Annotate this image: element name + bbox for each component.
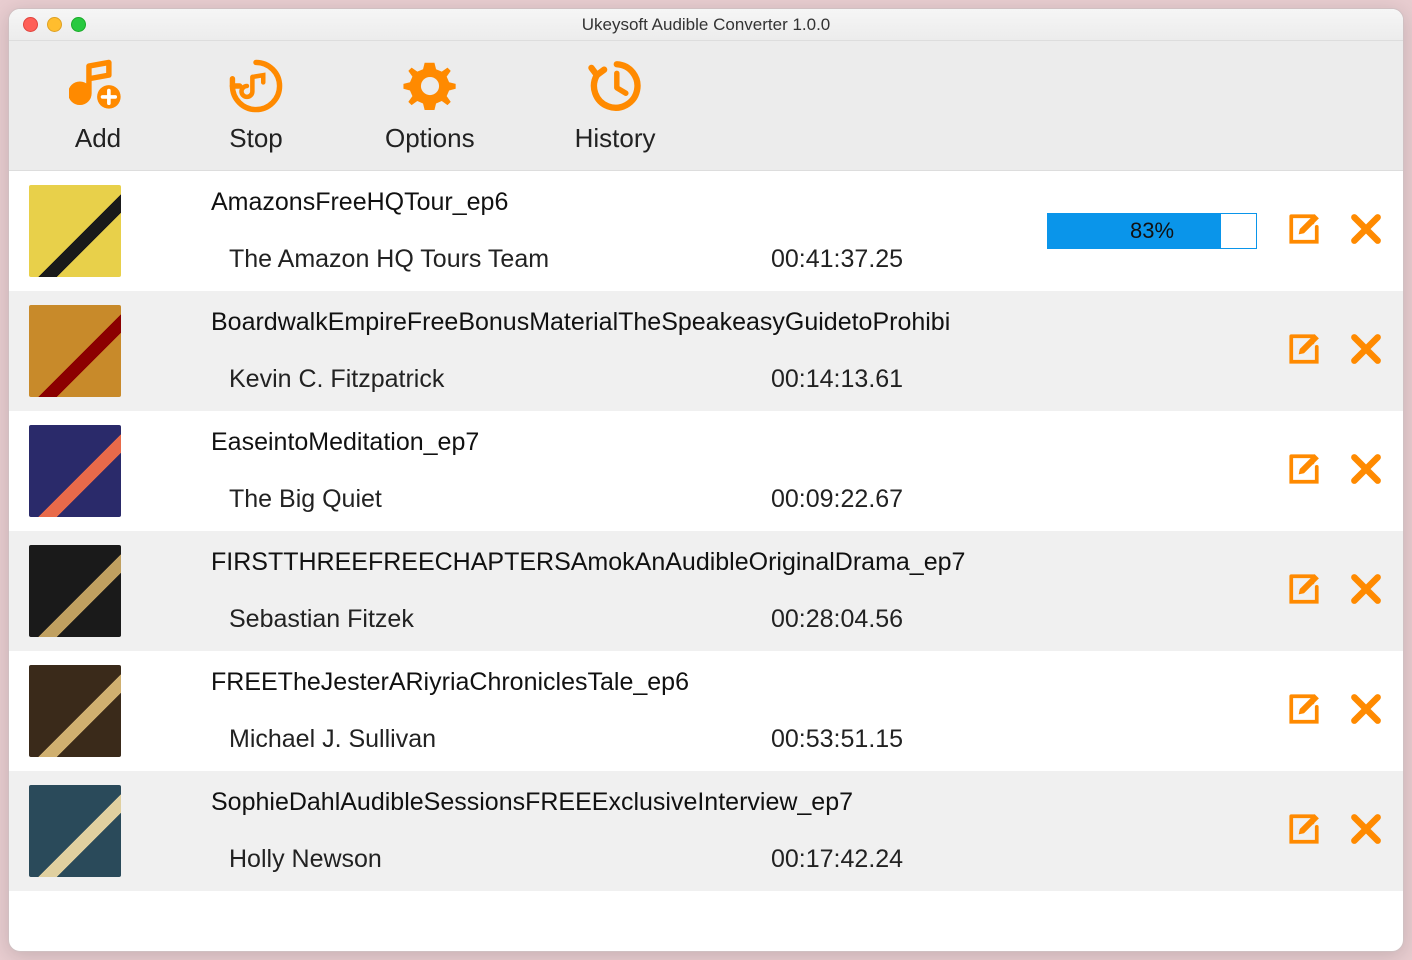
delete-button[interactable] (1349, 212, 1383, 251)
edit-button[interactable] (1287, 692, 1321, 731)
item-info: BoardwalkEmpireFreeBonusMaterialTheSpeak… (211, 308, 1047, 394)
edit-button[interactable] (1287, 572, 1321, 611)
item-duration: 00:14:13.61 (771, 365, 903, 394)
stop-icon (227, 57, 285, 115)
add-button[interactable]: Add (69, 57, 127, 154)
progress-text: 83% (1048, 214, 1256, 248)
edit-icon (1287, 572, 1321, 606)
item-duration: 00:41:37.25 (771, 245, 903, 274)
item-author: Michael J. Sullivan (211, 725, 731, 754)
close-icon (1349, 452, 1383, 486)
progress-cell: 83% (1047, 213, 1257, 249)
history-label: History (575, 123, 656, 154)
item-info: FIRSTTHREEFREECHAPTERSAmokAnAudibleOrigi… (211, 548, 1047, 634)
progress-bar: 83% (1047, 213, 1257, 249)
maximize-icon[interactable] (71, 17, 86, 32)
item-meta: Holly Newson 00:17:42.24 (211, 845, 1047, 874)
item-actions (1287, 452, 1383, 491)
item-info: EaseintoMeditation_ep7 The Big Quiet 00:09… (211, 428, 1047, 514)
list-item[interactable]: AmazonsFreeHQTour_ep6 The Amazon HQ Tours… (9, 171, 1403, 291)
window-title: Ukeysoft Audible Converter 1.0.0 (9, 15, 1403, 35)
item-actions (1287, 212, 1383, 251)
cover-thumbnail (29, 665, 121, 757)
history-icon (586, 57, 644, 115)
item-actions (1287, 812, 1383, 851)
delete-button[interactable] (1349, 692, 1383, 731)
item-author: The Amazon HQ Tours Team (211, 245, 731, 274)
close-icon (1349, 572, 1383, 606)
item-actions (1287, 572, 1383, 611)
cover-thumbnail (29, 785, 121, 877)
close-icon (1349, 212, 1383, 246)
edit-icon (1287, 812, 1321, 846)
edit-button[interactable] (1287, 812, 1321, 851)
item-info: FREETheJesterARiyriaChroniclesTale_ep6 Mi… (211, 668, 1047, 754)
app-window: Ukeysoft Audible Converter 1.0.0 Add Sto… (8, 8, 1404, 952)
item-actions (1287, 692, 1383, 731)
list-item[interactable]: SophieDahlAudibleSessionsFREEExclusiveIn… (9, 771, 1403, 891)
item-author: Holly Newson (211, 845, 731, 874)
delete-button[interactable] (1349, 452, 1383, 491)
edit-icon (1287, 452, 1321, 486)
cover-thumbnail (29, 545, 121, 637)
delete-button[interactable] (1349, 572, 1383, 611)
item-title: EaseintoMeditation_ep7 (211, 428, 1047, 457)
gear-icon (401, 57, 459, 115)
edit-icon (1287, 692, 1321, 726)
stop-button[interactable]: Stop (227, 57, 285, 154)
close-icon (1349, 812, 1383, 846)
titlebar[interactable]: Ukeysoft Audible Converter 1.0.0 (9, 9, 1403, 41)
item-duration: 00:17:42.24 (771, 845, 903, 874)
list-item[interactable]: EaseintoMeditation_ep7 The Big Quiet 00:09… (9, 411, 1403, 531)
options-label: Options (385, 123, 475, 154)
item-duration: 00:28:04.56 (771, 605, 903, 634)
close-icon (1349, 332, 1383, 366)
item-title: FIRSTTHREEFREECHAPTERSAmokAnAudibleOrigi… (211, 548, 1047, 577)
item-author: Kevin C. Fitzpatrick (211, 365, 731, 394)
list-item[interactable]: FREETheJesterARiyriaChroniclesTale_ep6 Mi… (9, 651, 1403, 771)
list-item[interactable]: FIRSTTHREEFREECHAPTERSAmokAnAudibleOrigi… (9, 531, 1403, 651)
add-label: Add (75, 123, 121, 154)
toolbar: Add Stop Options History (9, 41, 1403, 171)
edit-icon (1287, 212, 1321, 246)
edit-button[interactable] (1287, 212, 1321, 251)
item-meta: Sebastian Fitzek 00:28:04.56 (211, 605, 1047, 634)
music-add-icon (69, 57, 127, 115)
delete-button[interactable] (1349, 332, 1383, 371)
close-icon[interactable] (23, 17, 38, 32)
item-title: SophieDahlAudibleSessionsFREEExclusiveIn… (211, 788, 1047, 817)
item-title: FREETheJesterARiyriaChroniclesTale_ep6 (211, 668, 1047, 697)
item-title: BoardwalkEmpireFreeBonusMaterialTheSpeak… (211, 308, 1047, 337)
item-list[interactable]: AmazonsFreeHQTour_ep6 The Amazon HQ Tours… (9, 171, 1403, 951)
item-author: Sebastian Fitzek (211, 605, 731, 634)
delete-button[interactable] (1349, 812, 1383, 851)
item-meta: The Big Quiet 00:09:22.67 (211, 485, 1047, 514)
edit-button[interactable] (1287, 332, 1321, 371)
list-item[interactable]: BoardwalkEmpireFreeBonusMaterialTheSpeak… (9, 291, 1403, 411)
edit-icon (1287, 332, 1321, 366)
item-title: AmazonsFreeHQTour_ep6 (211, 188, 1047, 217)
item-meta: Kevin C. Fitzpatrick 00:14:13.61 (211, 365, 1047, 394)
item-meta: The Amazon HQ Tours Team 00:41:37.25 (211, 245, 1047, 274)
stop-label: Stop (229, 123, 283, 154)
item-duration: 00:09:22.67 (771, 485, 903, 514)
item-actions (1287, 332, 1383, 371)
item-meta: Michael J. Sullivan 00:53:51.15 (211, 725, 1047, 754)
cover-thumbnail (29, 305, 121, 397)
history-button[interactable]: History (575, 57, 656, 154)
item-info: AmazonsFreeHQTour_ep6 The Amazon HQ Tours… (211, 188, 1047, 274)
item-info: SophieDahlAudibleSessionsFREEExclusiveIn… (211, 788, 1047, 874)
close-icon (1349, 692, 1383, 726)
cover-thumbnail (29, 425, 121, 517)
edit-button[interactable] (1287, 452, 1321, 491)
window-controls (23, 17, 86, 32)
item-author: The Big Quiet (211, 485, 731, 514)
minimize-icon[interactable] (47, 17, 62, 32)
cover-thumbnail (29, 185, 121, 277)
item-duration: 00:53:51.15 (771, 725, 903, 754)
options-button[interactable]: Options (385, 57, 475, 154)
